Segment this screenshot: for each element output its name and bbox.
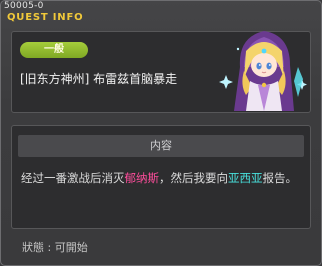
- content-section-header: 内容: [18, 135, 304, 157]
- quest-name: [旧东方神州] 布雷兹首脑暴走: [20, 72, 178, 86]
- window-title: QUEST INFO: [7, 12, 84, 23]
- quest-content-panel: 内容 经过一番激战后消灭郁纳斯，然后我要向亚西亚报告。: [11, 125, 311, 229]
- quest-description: 经过一番激战后消灭郁纳斯，然后我要向亚西亚报告。: [21, 169, 303, 188]
- quest-category-badge: 一般: [20, 42, 88, 58]
- npc-portrait-icon: [219, 31, 307, 111]
- description-text: 经过一番激战后消灭: [21, 171, 125, 185]
- quest-id: 50005-0: [4, 1, 44, 11]
- description-text: 报告。: [262, 171, 298, 185]
- npc-name-highlight: 郁纳斯: [124, 171, 160, 185]
- quest-status: 狀態 : 可開始: [22, 241, 88, 254]
- description-text: ，然后我要向: [159, 171, 228, 185]
- quest-info-window: 50005-0 QUEST INFO 一般 [旧东方神州] 布雷兹首脑暴走 内容…: [0, 0, 322, 266]
- quest-summary-panel: 一般 [旧东方神州] 布雷兹首脑暴走: [11, 31, 311, 113]
- npc-name-highlight: 亚西亚: [228, 171, 263, 185]
